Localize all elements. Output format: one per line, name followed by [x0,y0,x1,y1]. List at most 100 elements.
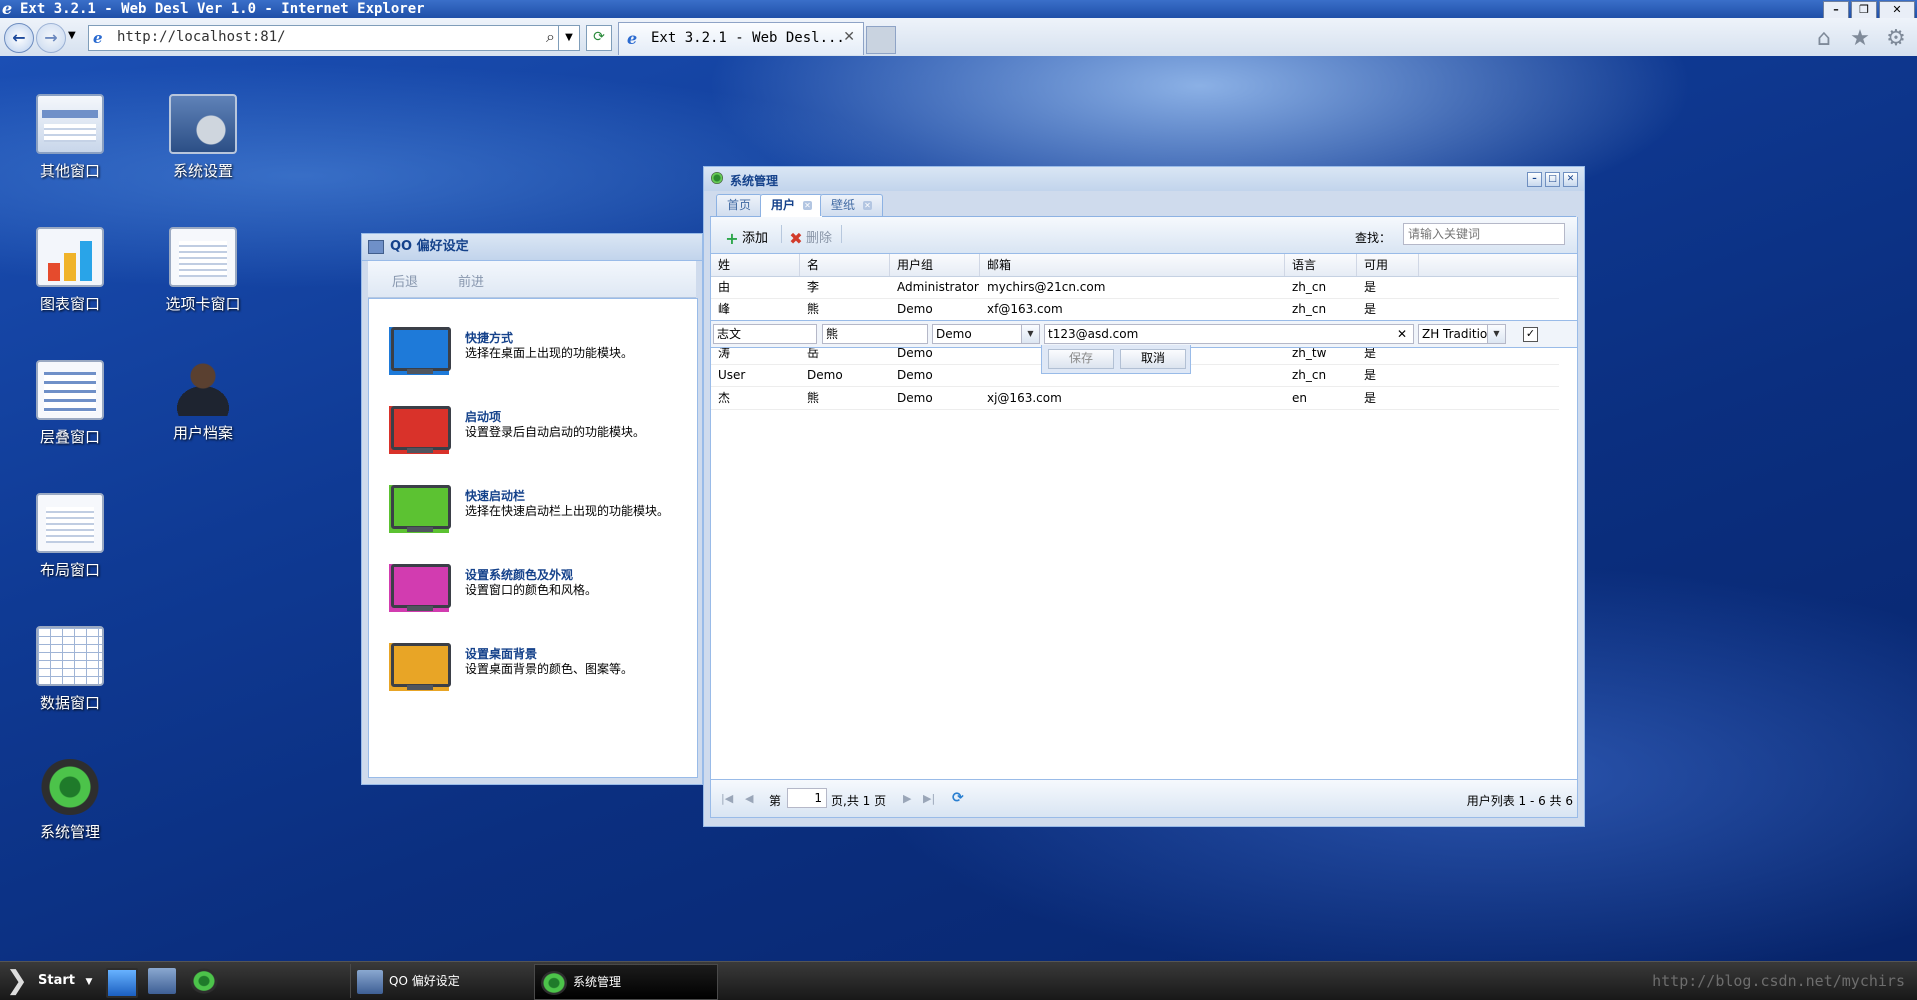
refresh-icon[interactable]: ⟳ [586,25,612,51]
desktop-icon-layout-window[interactable]: 布局窗口 [10,493,130,580]
desktop-icon-label: 布局窗口 [39,561,100,579]
language-select[interactable]: ZH Traditio ▼ [1418,324,1506,344]
table-row[interactable]: 峰 熊 Demo xf@163.com zh_cn 是 [711,298,1559,321]
qo-item-shortcuts[interactable]: 快捷方式 选择在桌面上出现的功能模块。 [389,323,689,383]
url-field[interactable]: e http://localhost:81/ ⌕ ▼ [88,25,580,51]
desktop-icon-other-window[interactable]: 其他窗口 [10,94,130,181]
email-field[interactable]: t123@asd.com ✕ [1044,324,1414,344]
table-row[interactable]: 杰 熊 Demo xj@163.com en 是 [711,387,1559,410]
forward-arrow-icon[interactable]: → [36,23,66,53]
name-field[interactable]: 熊 [822,324,928,344]
quicklaunch-desktop-icon[interactable] [106,968,138,998]
desktop-icon-cascade-window[interactable]: 层叠窗口 [10,360,130,447]
add-button[interactable]: + 添加 [725,227,768,247]
minimize-button[interactable]: – [1823,1,1849,19]
next-page-icon[interactable]: ▶ [903,792,911,805]
column-header[interactable]: 用户组 [890,254,980,276]
desktop-icon-data-window[interactable]: 数据窗口 [10,626,130,713]
cancel-button[interactable]: 取消 [1120,349,1186,369]
watermark: http://blog.csdn.net/mychirs [1652,972,1905,990]
minimize-icon[interactable]: – [1527,172,1542,187]
forward-button[interactable]: 前进 [458,271,484,290]
layout-icon [36,493,104,553]
prev-page-icon[interactable]: ◀ [745,792,753,805]
qo-item-autorun[interactable]: 启动项 设置登录后自动启动的功能模块。 [389,402,689,462]
chevron-down-icon[interactable]: ▼ [1021,325,1039,343]
column-header[interactable]: 可用 [1357,254,1419,276]
monitor-icon [389,327,451,375]
back-button[interactable]: 后退 [392,271,418,290]
column-header[interactable]: 语言 [1285,254,1357,276]
chevron-down-icon[interactable]: ▼ [1487,325,1505,343]
tab-close-icon[interactable]: ✕ [803,201,813,210]
qo-window-header[interactable]: QO 偏好设定 [362,234,702,261]
first-page-icon[interactable]: |◀ [721,792,733,805]
qo-preferences-window[interactable]: QO 偏好设定 后退 前进 快捷方式 选择在桌面上出现的功能模块。 启动项 设置… [361,233,703,785]
cell-enabled: 是 [1364,280,1377,294]
back-arrow-icon[interactable]: ← [4,23,34,53]
cell-language: en [1292,391,1307,405]
group-select[interactable]: Demo ▼ [932,324,1040,344]
desktop-icon-label: 数据窗口 [39,694,100,712]
search-input[interactable] [1403,223,1565,245]
cell-group: Demo [897,391,933,405]
row-editor-buttons: 保存 取消 [1041,345,1191,374]
maximize-icon[interactable]: □ [1545,172,1560,187]
delete-x-icon: ✖ [789,229,803,248]
column-header[interactable]: 名 [800,254,890,276]
refresh-icon[interactable]: ⟳ [952,790,964,806]
new-tab-button[interactable] [866,26,896,54]
home-icon[interactable]: ⌂ [1811,26,1837,51]
cell-enabled: 是 [1364,368,1377,382]
qo-item-desc: 设置窗口的颜色和风格。 [465,583,598,597]
desktop-icon-system-admin[interactable]: 系统管理 [10,759,130,842]
page-number-input[interactable]: 1 [787,788,827,808]
history-dropdown-icon[interactable]: ▼ [68,30,76,41]
qo-item-appearance[interactable]: 设置系统颜色及外观 设置窗口的颜色和风格。 [389,560,689,620]
system-admin-window[interactable]: 系统管理 – □ ✕ 首页 用户 ✕ 壁纸 ✕ + 添加 ✖ 删除 查找： 请输… [703,166,1585,827]
table-row[interactable]: 由 李 Administrator mychirs@21cn.com zh_cn… [711,276,1559,299]
taskbar: ❯ Start ▼ QO 偏好设定 系统管理 http://blog.csdn.n… [0,961,1917,1000]
qo-item-quickstart[interactable]: 快速启动栏 选择在快速启动栏上出现的功能模块。 [389,481,689,541]
url-dropdown-icon[interactable]: ▼ [558,26,579,50]
surname-field[interactable]: 志文 [713,324,817,344]
desktop-icon-tab-window[interactable]: 选项卡窗口 [143,227,263,314]
close-icon[interactable]: ✕ [1563,172,1578,187]
desktop-icon-user-profile[interactable]: 用户档案 [143,360,263,443]
clear-icon[interactable]: ✕ [1397,325,1407,343]
column-header[interactable]: 邮箱 [980,254,1285,276]
tab-wallpaper[interactable]: 壁纸 ✕ [820,194,884,216]
sys-window-header[interactable]: 系统管理 – □ ✕ [704,167,1584,191]
tab-close-icon[interactable]: ✕ [843,29,855,45]
tab-users[interactable]: 用户 ✕ [760,194,824,217]
browser-tab[interactable]: e Ext 3.2.1 - Web Desl... ✕ [618,22,864,55]
taskbar-item-qo-preferences[interactable]: QO 偏好设定 [350,964,531,998]
enabled-checkbox[interactable]: ✓ [1523,327,1538,342]
grid-header: 姓 名 用户组 邮箱 语言 可用 [711,254,1577,277]
tab-home[interactable]: 首页 [716,194,763,216]
gear-icon[interactable]: ⚙ [1883,26,1909,51]
last-page-icon[interactable]: ▶| [923,792,935,805]
quicklaunch-settings-icon[interactable] [148,968,176,994]
save-button[interactable]: 保存 [1048,349,1114,369]
page-suffix: 页,共 1 页 [831,794,887,808]
qo-item-background[interactable]: 设置桌面背景 设置桌面背景的颜色、图案等。 [389,639,689,699]
cell-name: 熊 [807,391,820,405]
close-button[interactable]: ✕ [1879,1,1915,19]
quicklaunch-system-icon[interactable] [190,968,218,994]
delete-label: 删除 [806,231,833,246]
tab-close-icon[interactable]: ✕ [863,201,873,210]
favorites-star-icon[interactable]: ★ [1847,26,1873,51]
column-header[interactable]: 姓 [711,254,800,276]
desktop-icon-label: 系统管理 [39,823,100,841]
taskbar-item-system-admin[interactable]: 系统管理 [534,964,718,1000]
restore-button[interactable]: ❐ [1851,1,1877,19]
desktop-icon-system-settings[interactable]: 系统设置 [143,94,263,181]
cell-surname: 涛 [718,346,731,360]
start-button[interactable]: ❯ Start ▼ [6,966,96,996]
delete-button[interactable]: ✖ 删除 [789,227,833,248]
cell-surname: 杰 [718,391,731,405]
monitor-icon [389,564,451,612]
desktop-icon-chart-window[interactable]: 图表窗口 [10,227,130,314]
search-icon[interactable]: ⌕ [546,27,555,47]
